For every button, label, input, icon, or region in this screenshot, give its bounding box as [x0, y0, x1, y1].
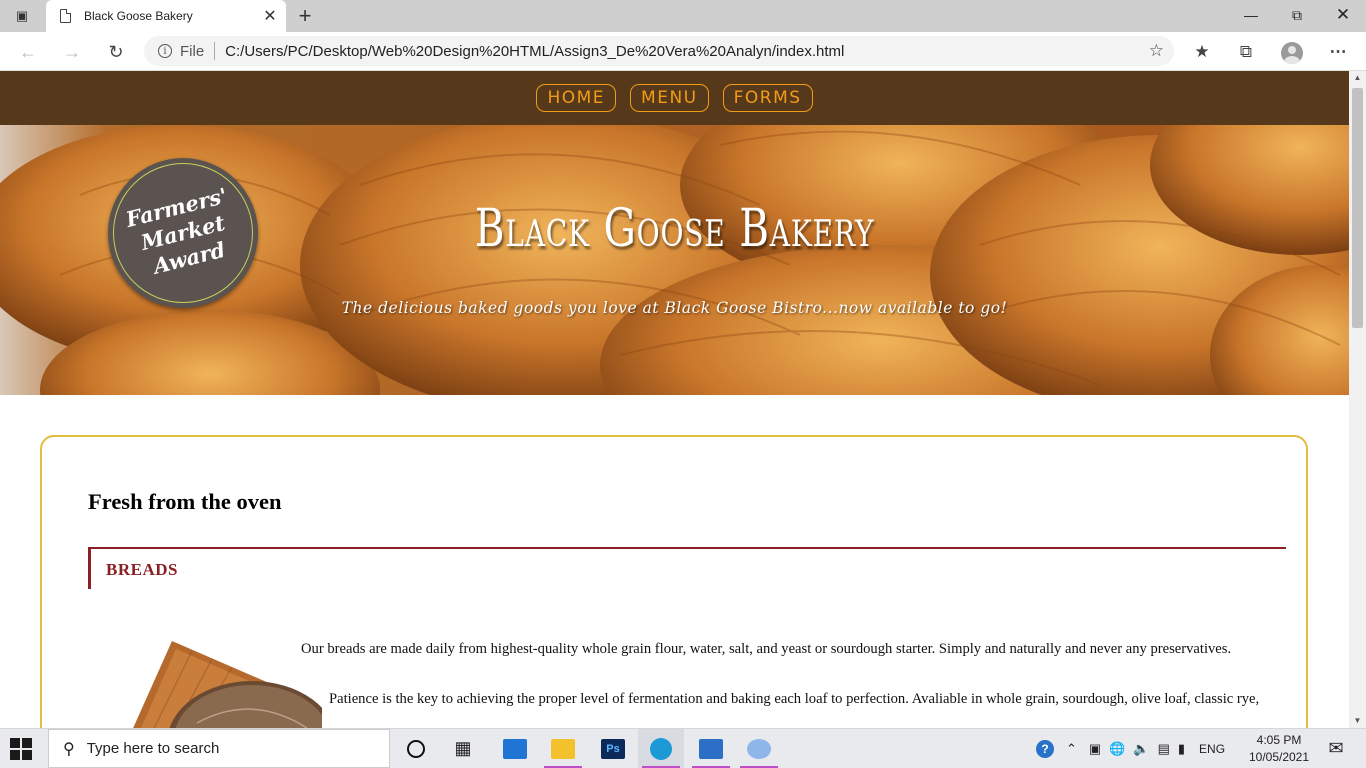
- app-window-icon[interactable]: [688, 729, 734, 768]
- taskbar-clock[interactable]: 4:05 PM 10/05/2021: [1238, 732, 1320, 766]
- url-scheme: File: [180, 42, 205, 60]
- back-icon[interactable]: ←: [14, 38, 42, 66]
- meet-now-icon[interactable]: ▣: [1089, 741, 1101, 757]
- hero-banner: Farmers' Market Award Black Goose Bakery…: [0, 125, 1349, 395]
- document-icon: [60, 9, 71, 23]
- display-icon[interactable]: ▤: [1158, 741, 1170, 757]
- scroll-thumb[interactable]: [1352, 88, 1363, 328]
- search-icon: ⚲: [63, 740, 75, 758]
- minimize-icon[interactable]: —: [1228, 0, 1274, 32]
- collections-icon[interactable]: ⧉: [1232, 38, 1260, 66]
- bread-image: [133, 641, 322, 728]
- taskbar-search[interactable]: ⚲ Type here to search: [48, 729, 390, 768]
- vertical-scrollbar[interactable]: ▲ ▼: [1349, 71, 1366, 728]
- url-separator: [214, 42, 216, 60]
- site-navigation: HOME MENU FORMS: [0, 71, 1349, 125]
- close-window-icon[interactable]: ✕: [1320, 0, 1366, 32]
- profile-icon[interactable]: [1278, 38, 1306, 66]
- language-indicator[interactable]: ENG: [1199, 742, 1225, 756]
- scroll-down-icon[interactable]: ▼: [1349, 714, 1366, 728]
- tab-actions-icon[interactable]: ▣: [10, 6, 34, 26]
- windows-taskbar: ⚲ Type here to search ▦ Ps ? ⌃ ▣ 🌐 🔈 ▤ ▮…: [0, 728, 1366, 768]
- scroll-up-icon[interactable]: ▲: [1349, 71, 1366, 85]
- url-text[interactable]: C:/Users/PC/Desktop/Web%20Design%20HTML/…: [225, 43, 1149, 60]
- new-tab-icon[interactable]: +: [292, 2, 318, 30]
- url-field[interactable]: i File C:/Users/PC/Desktop/Web%20Design%…: [144, 36, 1174, 66]
- task-view-icon[interactable]: ▦: [440, 729, 486, 768]
- refresh-icon[interactable]: ↻: [102, 38, 130, 66]
- browser-tab-bar: ▣ Black Goose Bakery ✕ + — ⧉ ✕: [0, 0, 1366, 32]
- site-tagline: The delicious baked goods you love at Bl…: [341, 299, 1008, 317]
- mail-icon[interactable]: [492, 729, 538, 768]
- help-icon[interactable]: ?: [1036, 739, 1054, 758]
- photoshop-icon[interactable]: Ps: [590, 729, 636, 768]
- windows-start-icon[interactable]: [10, 738, 32, 760]
- clock-time: 4:05 PM: [1256, 733, 1302, 747]
- category-label: BREADS: [106, 560, 178, 579]
- menu-content-box: Fresh from the oven BREADS Our breads ar…: [40, 435, 1308, 728]
- add-favorite-icon[interactable]: ☆: [1149, 41, 1164, 61]
- network-icon[interactable]: 🌐: [1109, 741, 1125, 757]
- bread-details-paragraph: Patience is the key to achieving the pro…: [329, 691, 1260, 707]
- favorites-icon[interactable]: ★: [1188, 38, 1216, 66]
- browser-tab[interactable]: Black Goose Bakery ✕: [46, 0, 286, 32]
- forward-icon[interactable]: →: [58, 38, 86, 66]
- more-options-icon[interactable]: ⋯: [1324, 38, 1352, 66]
- tab-title: Black Goose Bakery: [84, 9, 193, 23]
- section-heading: Fresh from the oven: [88, 489, 282, 514]
- file-explorer-icon[interactable]: [540, 729, 586, 768]
- volume-icon[interactable]: 🔈: [1133, 741, 1149, 757]
- info-icon[interactable]: i: [158, 44, 172, 58]
- notifications-icon[interactable]: ✉: [1316, 729, 1356, 768]
- nav-home-link[interactable]: HOME: [536, 84, 617, 112]
- nav-forms-link[interactable]: FORMS: [722, 84, 813, 112]
- search-placeholder: Type here to search: [86, 740, 220, 757]
- site-title: Black Goose Bakery: [474, 199, 875, 259]
- category-header: BREADS: [88, 547, 1286, 589]
- edge-browser-icon[interactable]: [638, 729, 684, 768]
- clock-date: 10/05/2021: [1248, 750, 1310, 764]
- tray-chevron-icon[interactable]: ⌃: [1066, 741, 1077, 757]
- cortana-icon[interactable]: [393, 729, 439, 768]
- restore-icon[interactable]: ⧉: [1274, 0, 1320, 32]
- system-tray: ? ⌃ ▣ 🌐 🔈 ▤ ▮ ENG: [1036, 729, 1225, 768]
- paint-icon[interactable]: [736, 729, 782, 768]
- battery-icon[interactable]: ▮: [1178, 741, 1185, 757]
- page-viewport: HOME MENU FORMS Farmers' Market Award Bl…: [0, 71, 1349, 728]
- close-tab-icon[interactable]: ✕: [260, 6, 280, 26]
- address-bar: ← → ↻ i File C:/Users/PC/Desktop/Web%20D…: [0, 32, 1366, 71]
- nav-menu-link[interactable]: MENU: [630, 84, 709, 112]
- bread-description-paragraph: Our breads are made daily from highest-q…: [301, 641, 1232, 657]
